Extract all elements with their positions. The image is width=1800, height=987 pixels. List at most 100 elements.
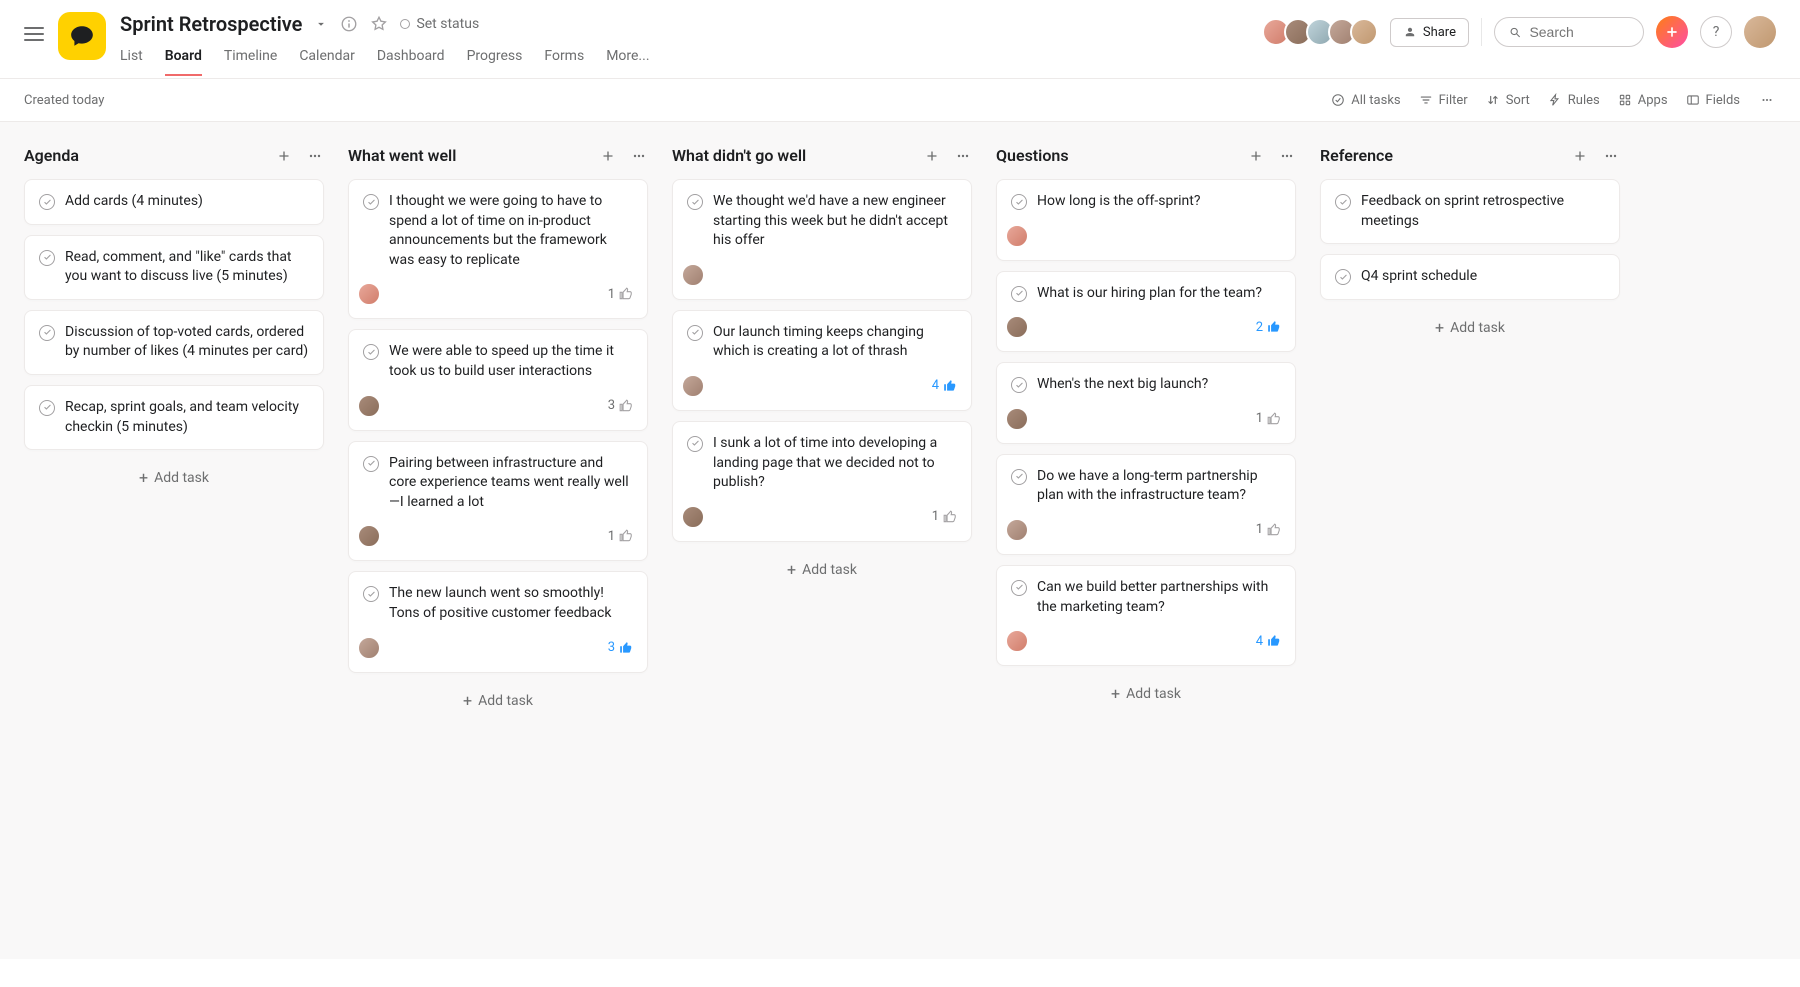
- assignee-avatar[interactable]: [1005, 518, 1029, 542]
- task-card[interactable]: I sunk a lot of time into developing a l…: [672, 421, 972, 542]
- task-card[interactable]: Recap, sprint goals, and team velocity c…: [24, 385, 324, 450]
- like-count[interactable]: 4: [1256, 634, 1281, 649]
- assignee-avatar[interactable]: [1005, 315, 1029, 339]
- tab-more[interactable]: More...: [606, 42, 649, 76]
- tab-progress[interactable]: Progress: [467, 42, 523, 76]
- complete-toggle[interactable]: [39, 194, 55, 210]
- complete-toggle[interactable]: [1011, 469, 1027, 485]
- task-card[interactable]: Add cards (4 minutes): [24, 179, 324, 225]
- add-task-button[interactable]: +Add task: [24, 460, 324, 496]
- info-icon[interactable]: [340, 15, 358, 33]
- assignee-avatar[interactable]: [1005, 224, 1029, 248]
- like-count[interactable]: 1: [1256, 411, 1281, 426]
- tab-timeline[interactable]: Timeline: [224, 42, 277, 76]
- column-more-button[interactable]: [954, 148, 972, 164]
- complete-toggle[interactable]: [39, 325, 55, 341]
- task-card[interactable]: Do we have a long-term partnership plan …: [996, 454, 1296, 555]
- like-count[interactable]: 1: [608, 529, 633, 544]
- search-input[interactable]: [1529, 24, 1629, 40]
- members-avatars[interactable]: [1268, 18, 1378, 46]
- assignee-avatar[interactable]: [681, 374, 705, 398]
- assignee-avatar[interactable]: [357, 636, 381, 660]
- complete-toggle[interactable]: [1011, 194, 1027, 210]
- complete-toggle[interactable]: [39, 250, 55, 266]
- project-icon[interactable]: [58, 12, 106, 60]
- dropdown-caret-icon[interactable]: [314, 17, 328, 31]
- global-add-button[interactable]: [1656, 16, 1688, 48]
- rules-button[interactable]: Rules: [1548, 93, 1600, 108]
- menu-toggle[interactable]: [24, 24, 44, 44]
- task-card[interactable]: Can we build better partnerships with th…: [996, 565, 1296, 666]
- assignee-avatar[interactable]: [1005, 407, 1029, 431]
- star-icon[interactable]: [370, 15, 388, 33]
- column-add-button[interactable]: [600, 148, 616, 164]
- complete-toggle[interactable]: [1011, 377, 1027, 393]
- tab-calendar[interactable]: Calendar: [299, 42, 355, 76]
- user-menu-avatar[interactable]: [1744, 16, 1776, 48]
- complete-toggle[interactable]: [687, 436, 703, 452]
- task-card[interactable]: What is our hiring plan for the team?2: [996, 271, 1296, 353]
- complete-toggle[interactable]: [363, 456, 379, 472]
- like-count[interactable]: 1: [932, 509, 957, 524]
- tab-list[interactable]: List: [120, 42, 143, 76]
- column-more-button[interactable]: [1278, 148, 1296, 164]
- assignee-avatar[interactable]: [1005, 629, 1029, 653]
- column-more-button[interactable]: [306, 148, 324, 164]
- tab-board[interactable]: Board: [165, 42, 202, 76]
- like-count[interactable]: 1: [1256, 522, 1281, 537]
- task-card[interactable]: Discussion of top-voted cards, ordered b…: [24, 310, 324, 375]
- complete-toggle[interactable]: [687, 325, 703, 341]
- column-add-button[interactable]: [1572, 148, 1588, 164]
- add-task-button[interactable]: +Add task: [996, 676, 1296, 712]
- add-task-button[interactable]: +Add task: [1320, 310, 1620, 346]
- complete-toggle[interactable]: [1011, 286, 1027, 302]
- sort-button[interactable]: Sort: [1486, 93, 1530, 108]
- complete-toggle[interactable]: [687, 194, 703, 210]
- assignee-avatar[interactable]: [357, 282, 381, 306]
- assignee-avatar[interactable]: [681, 263, 705, 287]
- complete-toggle[interactable]: [1011, 580, 1027, 596]
- tab-dashboard[interactable]: Dashboard: [377, 42, 445, 76]
- add-task-button[interactable]: +Add task: [348, 683, 648, 719]
- more-options-button[interactable]: [1758, 93, 1776, 107]
- task-card[interactable]: Pairing between infrastructure and core …: [348, 441, 648, 562]
- filter-button[interactable]: Filter: [1419, 93, 1468, 108]
- complete-toggle[interactable]: [363, 344, 379, 360]
- like-count[interactable]: 4: [932, 378, 957, 393]
- like-count[interactable]: 2: [1256, 320, 1281, 335]
- help-button[interactable]: ?: [1700, 16, 1732, 48]
- task-card[interactable]: When's the next big launch?1: [996, 362, 1296, 444]
- assignee-avatar[interactable]: [357, 394, 381, 418]
- column-add-button[interactable]: [1248, 148, 1264, 164]
- column-add-button[interactable]: [276, 148, 292, 164]
- apps-button[interactable]: Apps: [1618, 93, 1668, 108]
- like-count[interactable]: 1: [608, 287, 633, 302]
- complete-toggle[interactable]: [363, 194, 379, 210]
- all-tasks-button[interactable]: All tasks: [1331, 93, 1400, 108]
- task-card[interactable]: We were able to speed up the time it too…: [348, 329, 648, 430]
- like-count[interactable]: 3: [608, 640, 633, 655]
- complete-toggle[interactable]: [363, 586, 379, 602]
- task-card[interactable]: Our launch timing keeps changing which i…: [672, 310, 972, 411]
- task-card[interactable]: Q4 sprint schedule: [1320, 254, 1620, 300]
- tab-forms[interactable]: Forms: [544, 42, 584, 76]
- like-count[interactable]: 3: [608, 398, 633, 413]
- assignee-avatar[interactable]: [357, 524, 381, 548]
- task-card[interactable]: Read, comment, and "like" cards that you…: [24, 235, 324, 300]
- fields-button[interactable]: Fields: [1686, 93, 1740, 108]
- column-more-button[interactable]: [630, 148, 648, 164]
- task-card[interactable]: We thought we'd have a new engineer star…: [672, 179, 972, 300]
- assignee-avatar[interactable]: [681, 505, 705, 529]
- share-button[interactable]: Share: [1390, 18, 1469, 47]
- task-card[interactable]: I thought we were going to have to spend…: [348, 179, 648, 319]
- column-more-button[interactable]: [1602, 148, 1620, 164]
- search-box[interactable]: [1494, 17, 1644, 47]
- add-task-button[interactable]: +Add task: [672, 552, 972, 588]
- column-add-button[interactable]: [924, 148, 940, 164]
- set-status-button[interactable]: Set status: [400, 16, 479, 32]
- complete-toggle[interactable]: [39, 400, 55, 416]
- complete-toggle[interactable]: [1335, 194, 1351, 210]
- task-card[interactable]: The new launch went so smoothly! Tons of…: [348, 571, 648, 672]
- complete-toggle[interactable]: [1335, 269, 1351, 285]
- task-card[interactable]: Feedback on sprint retrospective meeting…: [1320, 179, 1620, 244]
